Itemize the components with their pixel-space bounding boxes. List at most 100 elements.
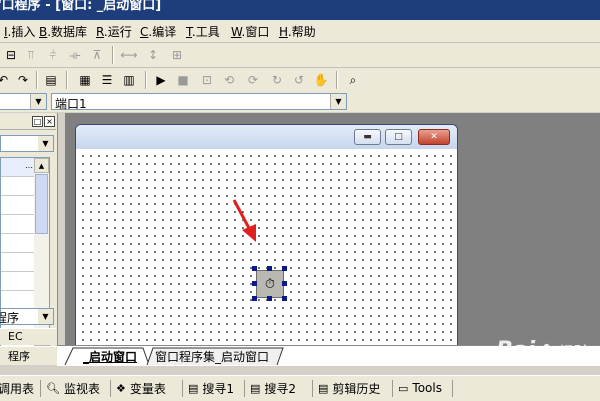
panel-mode-combo[interactable]: 程序 ▼ bbox=[0, 308, 54, 325]
tab-tools[interactable]: ▭ Tools bbox=[398, 379, 442, 397]
window-title: ows窗口程序 - [窗口: _启动窗口] bbox=[0, 0, 162, 13]
left-object-combo[interactable]: ▼ bbox=[0, 93, 47, 110]
alignment-toolbar: ⊟ ⫪ ⫩ ⟛ ⊼ ⟷ ↕ ⊞ bbox=[0, 43, 600, 68]
menu-help[interactable]: H.帮助 bbox=[279, 23, 316, 40]
hand-icon[interactable]: ✋ bbox=[312, 71, 330, 89]
view-source-icon[interactable]: ▤ bbox=[42, 71, 60, 89]
clipboard-icon: ▤ bbox=[318, 381, 329, 395]
title-bar: ows窗口程序 - [窗口: _启动窗口] bbox=[0, 0, 600, 20]
same-height-icon[interactable]: ⊼ bbox=[88, 46, 106, 64]
tab-separator bbox=[182, 380, 183, 397]
tab-separator bbox=[244, 380, 245, 397]
stop-icon[interactable]: ■ bbox=[174, 71, 192, 89]
timer-control[interactable]: ⏱ bbox=[256, 270, 284, 298]
align-center-icon[interactable]: ⊟ bbox=[2, 46, 20, 64]
tab-separator bbox=[392, 380, 393, 397]
tab-separator bbox=[40, 380, 41, 397]
object-combo-row: ▼ 端口1 ▼ bbox=[0, 92, 600, 112]
selection-handle[interactable] bbox=[282, 281, 287, 286]
same-width-icon[interactable]: ⟛ bbox=[66, 46, 84, 64]
tab-watch-table[interactable]: 🔍︎ 监视表 bbox=[46, 379, 100, 397]
run-to-cursor-icon[interactable]: ↺ bbox=[290, 71, 308, 89]
menu-bar: I.插入 B.数据库 R.运行 C.编译 T.工具 W.窗口 H.帮助 bbox=[0, 20, 600, 43]
panel-close-icon[interactable]: × bbox=[44, 116, 55, 127]
panel-header: □ × bbox=[0, 115, 56, 130]
tab-clipboard-history[interactable]: ▤ 剪辑历史 bbox=[318, 379, 380, 397]
list-item[interactable] bbox=[1, 253, 35, 272]
tab-call-table[interactable]: 调用表 bbox=[0, 379, 34, 397]
form-designer-window[interactable]: ▬ □ ✕ ⏱ bbox=[75, 124, 458, 351]
window-object-combo[interactable]: 端口1 ▼ bbox=[51, 93, 347, 111]
tab-separator bbox=[452, 380, 453, 397]
tab-program[interactable]: 程序 bbox=[0, 346, 56, 363]
selection-handle[interactable] bbox=[252, 296, 257, 301]
vertical-spacing-icon[interactable]: ↕ bbox=[144, 46, 162, 64]
menu-database[interactable]: B.数据库 bbox=[39, 23, 87, 40]
redo-icon[interactable]: ↷ bbox=[14, 71, 32, 89]
step-over-icon[interactable]: ⟳ bbox=[244, 71, 262, 89]
undo-icon[interactable]: ↶ bbox=[0, 71, 12, 89]
horizontal-spacing-icon[interactable]: ⟷ bbox=[120, 46, 138, 64]
scroll-thumb[interactable] bbox=[35, 174, 48, 234]
list-item[interactable] bbox=[1, 177, 35, 196]
center-in-window-icon[interactable]: ⊞ bbox=[168, 46, 186, 64]
align-top-icon[interactable]: ⫪ bbox=[22, 46, 40, 64]
bottom-output-tabs: 调用表 🔍︎ 监视表 ❖ 变量表 ▤ 搜寻1 ▤ 搜寻2 ▤ 剪辑历史 ▭ To… bbox=[0, 375, 600, 401]
list-item[interactable] bbox=[1, 196, 35, 215]
step-out-icon[interactable]: ↻ bbox=[268, 71, 286, 89]
debug-icon-1[interactable]: ⊡ bbox=[198, 71, 216, 89]
layout-split-icon[interactable]: ☰ bbox=[98, 71, 116, 89]
run-icon[interactable]: ▶ bbox=[152, 71, 170, 89]
tab-search-1[interactable]: ▤ 搜寻1 bbox=[188, 379, 234, 397]
scroll-up-icon[interactable]: ▲ bbox=[34, 158, 49, 173]
selection-handle[interactable] bbox=[252, 281, 257, 286]
layout-window-icon[interactable]: ▦ bbox=[76, 71, 94, 89]
tab-startup-window[interactable]: _启动窗口 bbox=[83, 348, 137, 364]
list-item[interactable] bbox=[1, 272, 35, 291]
menu-insert[interactable]: I.插入 bbox=[4, 23, 35, 40]
annotation-arrow-icon bbox=[232, 199, 256, 242]
selection-handle[interactable] bbox=[267, 266, 272, 271]
step-into-icon[interactable]: ⟲ bbox=[220, 71, 238, 89]
ellipsis-icon[interactable]: … bbox=[25, 161, 33, 170]
layout-grid-icon[interactable]: ▥ bbox=[120, 71, 138, 89]
tab-separator bbox=[312, 380, 313, 397]
tab-variable-table[interactable]: ❖ 变量表 bbox=[116, 379, 166, 397]
variable-icon: ❖ bbox=[116, 381, 126, 395]
standard-toolbar: ↶ ↷ ▤ ▦ ☰ ▥ ▶ ■ ⊡ ⟲ ⟳ ↻ ↺ ✋ ⌕ bbox=[0, 68, 600, 93]
tab-search-2[interactable]: ▤ 搜寻2 bbox=[250, 379, 296, 397]
menu-window[interactable]: W.窗口 bbox=[231, 23, 269, 40]
toolbar-separator bbox=[66, 71, 68, 89]
baidu-watermark: Bai ✿ 经验 bbox=[496, 338, 590, 363]
menu-run[interactable]: R.运行 bbox=[96, 23, 132, 40]
form-canvas-grid[interactable]: ⏱ bbox=[76, 149, 457, 350]
tab-window-assembly[interactable]: 窗口程序集_启动窗口 bbox=[155, 348, 269, 364]
list-item[interactable]: … bbox=[1, 158, 35, 177]
chevron-down-icon[interactable]: ▼ bbox=[38, 309, 53, 324]
selection-handle[interactable] bbox=[267, 296, 272, 301]
selection-handle[interactable] bbox=[282, 296, 287, 301]
paw-logo-icon: ✿ bbox=[538, 338, 555, 363]
list-item[interactable] bbox=[1, 215, 35, 234]
tab-separator bbox=[110, 380, 111, 397]
panel-restore-icon[interactable]: □ bbox=[32, 116, 43, 127]
selection-handle[interactable] bbox=[282, 266, 287, 271]
search-result-icon: ▤ bbox=[188, 381, 199, 395]
chevron-down-icon[interactable]: ▼ bbox=[30, 94, 46, 109]
tab-ec[interactable]: EC bbox=[0, 328, 56, 345]
form-title-bar[interactable]: ▬ □ ✕ bbox=[76, 125, 457, 149]
property-panel: □ × ▼ … ▲ ▼ 程序 ▼ EC 程序 bbox=[0, 113, 58, 365]
close-icon[interactable]: ✕ bbox=[418, 129, 450, 145]
list-item[interactable] bbox=[1, 234, 35, 253]
maximize-icon[interactable]: □ bbox=[385, 129, 412, 145]
selection-handle[interactable] bbox=[252, 266, 257, 271]
minimize-icon[interactable]: ▬ bbox=[354, 129, 381, 145]
menu-compile[interactable]: C.编译 bbox=[140, 23, 176, 40]
align-middle-icon[interactable]: ⫩ bbox=[44, 46, 62, 64]
find-binoculars-icon[interactable]: ⌕ bbox=[344, 71, 362, 89]
property-object-combo[interactable]: ▼ bbox=[0, 135, 54, 152]
menu-tools[interactable]: T.工具 bbox=[186, 23, 220, 40]
chevron-down-icon[interactable]: ▼ bbox=[330, 94, 346, 109]
window-icon: ▭ bbox=[398, 381, 409, 395]
chevron-down-icon[interactable]: ▼ bbox=[38, 136, 53, 151]
